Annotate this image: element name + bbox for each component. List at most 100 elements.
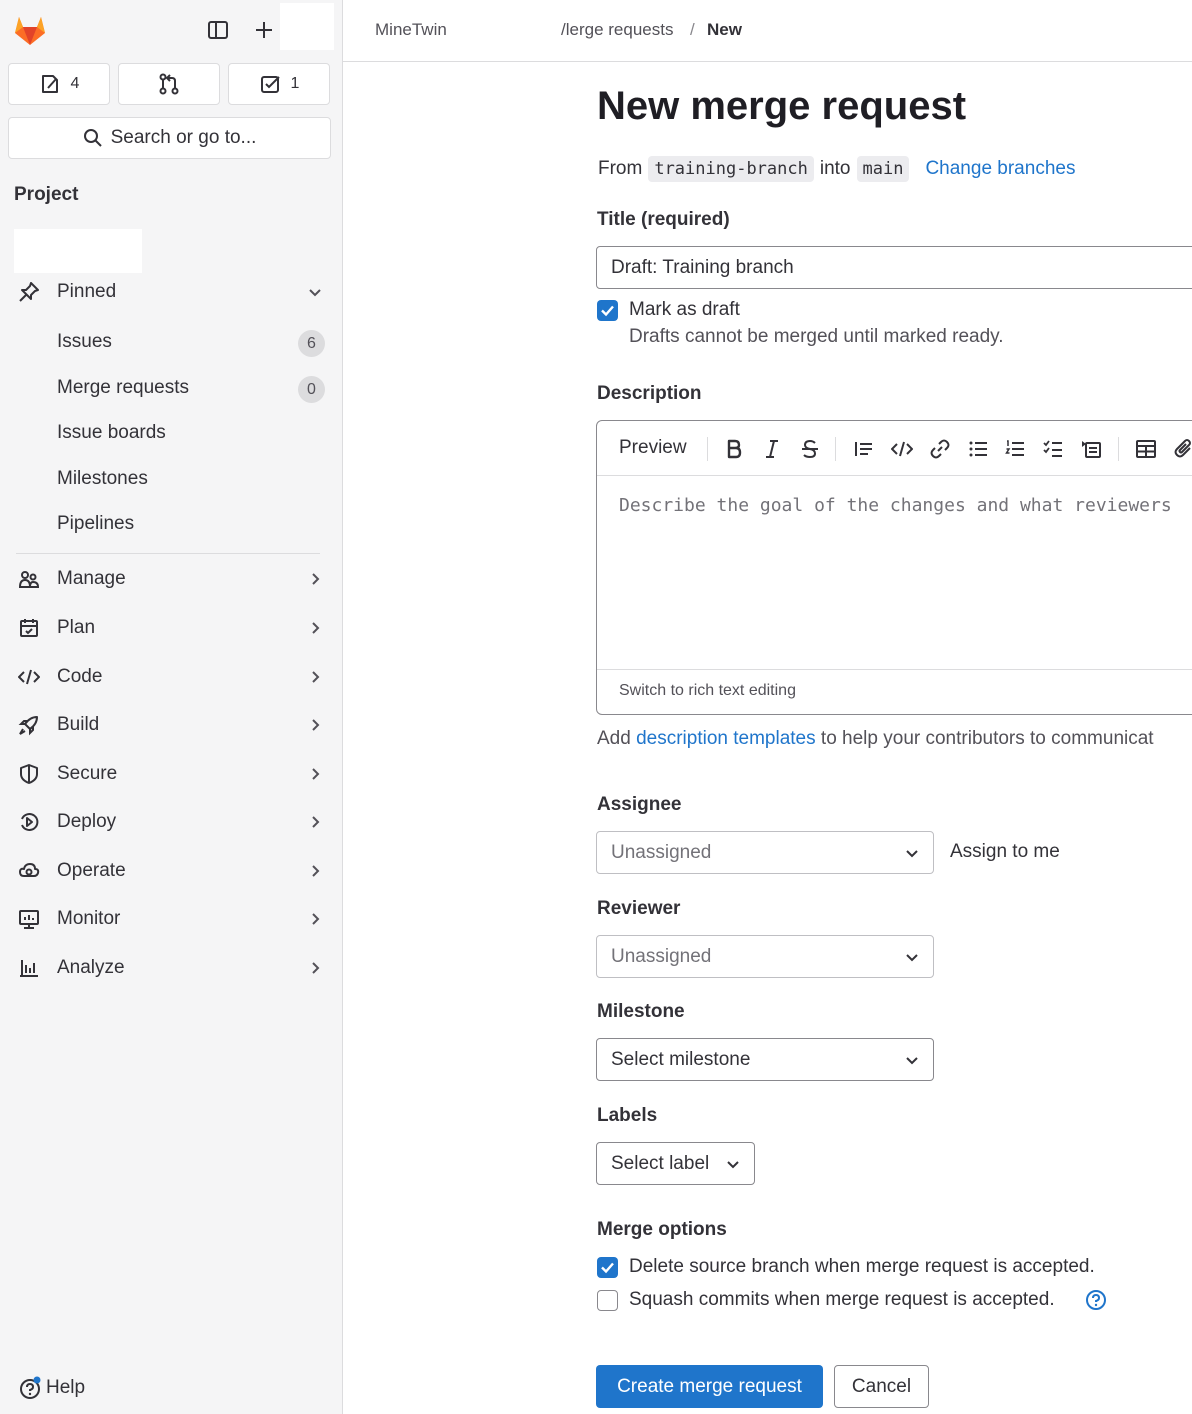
assignee-value: Unassigned [611,842,712,863]
sidebar-item-label: Issue boards [57,422,166,443]
toolbar-divider [835,437,836,461]
description-templates-link[interactable]: description templates [636,728,816,749]
squash-commits-checkbox[interactable] [597,1290,618,1311]
table-icon[interactable] [1135,438,1157,460]
labels-dropdown[interactable]: Select label [596,1142,755,1185]
description-textarea[interactable]: Describe the goal of the changes and wha… [619,495,1172,516]
sidebar-item-monitor[interactable]: Monitor [8,899,331,939]
sidebar-divider [16,553,320,554]
sidebar-item-operate[interactable]: Operate [8,851,331,891]
chevron-right-icon [307,571,323,587]
issues-counter-button[interactable]: 4 [8,63,110,105]
sidebar-item-analyze[interactable]: Analyze [8,948,331,988]
sidebar-item-issues[interactable]: Issues 6 [8,322,331,362]
source-branch: training-branch [648,156,814,182]
numbered-list-icon[interactable] [1004,438,1026,460]
pinned-label: Pinned [57,281,117,302]
sidebar-item-label: Manage [57,568,126,589]
bullet-list-icon[interactable] [967,438,989,460]
project-name-placeholder[interactable] [14,229,142,273]
search-label: Search or go to... [110,127,257,148]
todos-counter-button[interactable]: 1 [228,63,330,105]
sidebar-item-build[interactable]: Build [8,705,331,745]
question-icon [18,1376,42,1400]
sidebar-item-manage[interactable]: Manage [8,559,331,599]
change-branches-link[interactable]: Change branches [925,158,1075,180]
assignee-dropdown[interactable]: Unassigned [596,831,934,874]
sidebar-item-plan[interactable]: Plan [8,608,331,648]
users-icon [18,568,40,590]
chevron-down-icon [307,284,323,300]
pinned-section-toggle[interactable]: Pinned [8,272,331,312]
chevron-right-icon [307,669,323,685]
description-editor: Preview Describe the goal of the changes… [596,420,1192,715]
chevron-right-icon [307,766,323,782]
preview-tab[interactable]: Preview [619,437,687,459]
breadcrumb-project[interactable]: MineTwin [375,20,447,40]
strikethrough-icon[interactable] [799,438,821,460]
italic-icon[interactable] [761,438,783,460]
milestone-dropdown[interactable]: Select milestone [596,1038,934,1081]
create-merge-request-button[interactable]: Create merge request [596,1365,823,1408]
sidebar-item-pipelines[interactable]: Pipelines [8,504,331,544]
assignee-label: Assignee [597,794,682,815]
cloud-icon [18,860,40,882]
help-button[interactable]: Help [18,1376,85,1400]
from-label: From [598,158,643,179]
issues-count: 4 [70,75,80,92]
sidebar-item-code[interactable]: Code [8,657,331,697]
bold-icon[interactable] [723,438,745,460]
merge-requests-counter-button[interactable] [118,63,220,105]
quote-icon[interactable] [853,438,875,460]
calendar-icon [18,617,40,639]
breadcrumb-merge-requests[interactable]: /lerge requests [561,20,673,40]
sidebar-heading: Project [14,184,79,205]
issues-count-badge: 6 [298,330,325,357]
toggle-sidebar-icon[interactable] [202,14,234,46]
attachment-icon[interactable] [1173,438,1192,460]
sidebar-item-merge-requests[interactable]: Merge requests 0 [8,368,331,408]
sidebar-item-deploy[interactable]: Deploy [8,802,331,842]
description-templates-hint: Add description templates to help your c… [597,728,1154,750]
chart-icon [18,957,40,979]
gitlab-logo-icon[interactable] [12,12,48,48]
mark-as-draft-checkbox[interactable] [597,300,618,321]
avatar[interactable] [280,3,334,50]
sidebar-item-label: Operate [57,860,126,881]
chevron-down-icon [905,846,919,860]
breadcrumb-current: New [707,20,742,39]
labels-label: Labels [597,1105,658,1126]
title-input[interactable]: Draft: Training branch [596,246,1192,289]
code-icon[interactable] [891,438,913,460]
rich-text-toggle[interactable]: Switch to rich text editing [597,669,1192,714]
sidebar-item-issue-boards[interactable]: Issue boards [8,413,331,453]
sidebar-item-label: Deploy [57,811,117,832]
sidebar-item-milestones[interactable]: Milestones [8,459,331,499]
target-branch: main [856,156,910,182]
reviewer-dropdown[interactable]: Unassigned [596,935,934,978]
sidebar: 4 1 Search or go to... Project Pinned Is… [0,0,343,1414]
breadcrumb: MineTwin /lerge requests / New [343,0,1192,62]
squash-commits-label[interactable]: Squash commits when merge request is acc… [629,1289,1055,1311]
plus-icon[interactable] [248,14,280,46]
sidebar-item-label: Issues [57,331,112,352]
delete-source-branch-checkbox[interactable] [597,1257,618,1278]
sidebar-item-label: Analyze [57,957,125,978]
toolbar-divider [1118,437,1119,461]
milestone-value: Select milestone [611,1049,751,1070]
delete-source-branch-label[interactable]: Delete source branch when merge request … [629,1256,1095,1278]
issues-icon [39,73,61,95]
chevron-right-icon [307,863,323,879]
task-list-icon[interactable] [1042,438,1064,460]
sidebar-item-label: Pipelines [57,513,135,534]
cancel-button[interactable]: Cancel [834,1365,929,1408]
collapsible-section-icon[interactable] [1080,438,1102,460]
mark-as-draft-label[interactable]: Mark as draft [629,299,740,321]
assign-to-me-link[interactable]: Assign to me [950,841,1060,863]
help-label: Help [46,1377,86,1398]
link-icon[interactable] [929,438,951,460]
chevron-down-icon [726,1157,740,1171]
sidebar-item-secure[interactable]: Secure [8,754,331,794]
search-button[interactable]: Search or go to... [8,117,331,159]
help-icon[interactable] [1085,1289,1107,1311]
